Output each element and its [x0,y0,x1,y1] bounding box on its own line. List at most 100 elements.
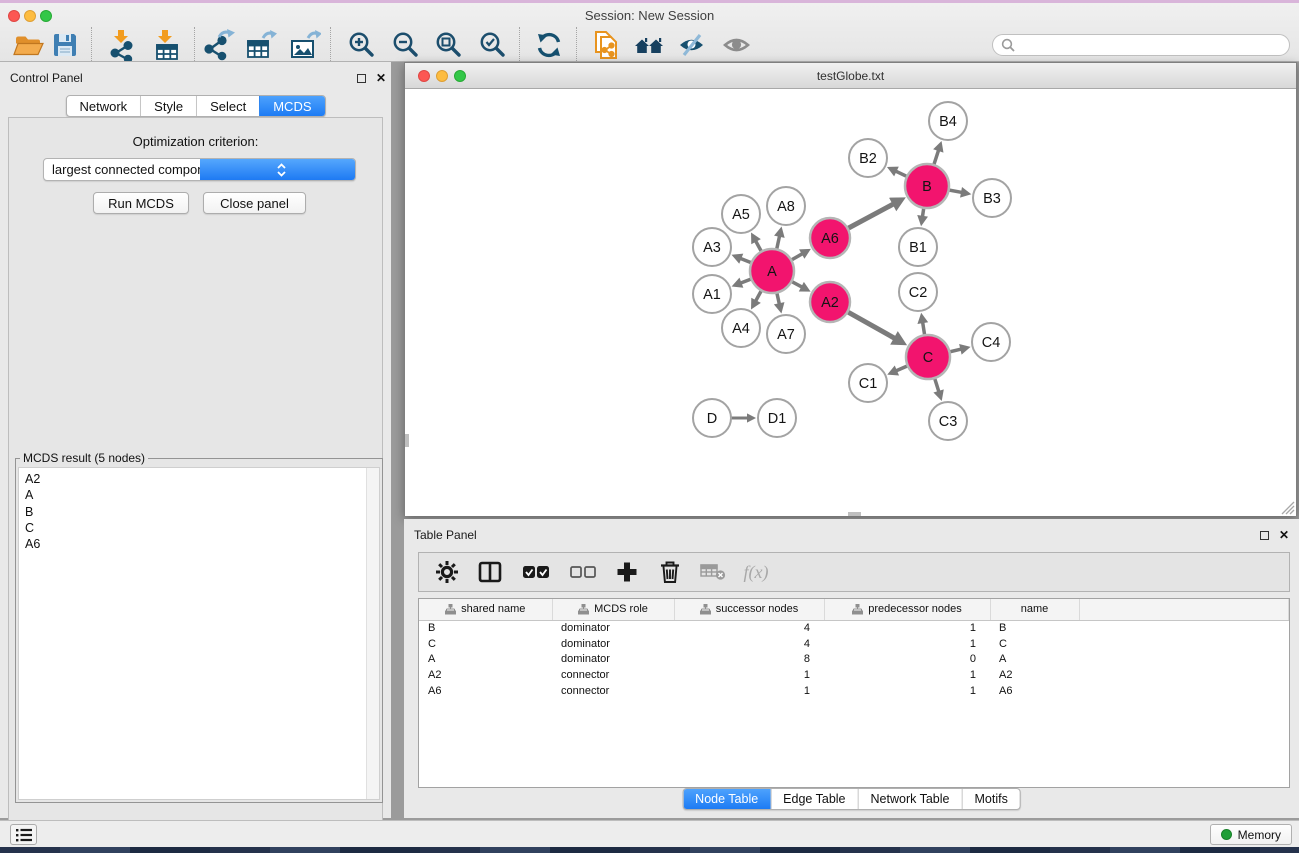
graph-node-A8[interactable]: A8 [767,187,805,225]
table-header-row[interactable]: shared nameMCDS rolesuccessor nodesprede… [419,599,1289,620]
refresh-button[interactable] [531,28,567,62]
table-row[interactable]: A6connector11A6 [419,683,1289,699]
mcds-result-item[interactable]: A [19,487,379,503]
close-panel-button[interactable]: Close panel [203,192,306,214]
table-float-icon[interactable] [1260,531,1269,540]
tab-mcds[interactable]: MCDS [259,96,324,116]
graph-node-D1[interactable]: D1 [758,399,796,437]
table-row[interactable]: A2connector11A2 [419,667,1289,683]
mcds-result-item[interactable]: A6 [19,536,379,552]
mcds-result-item[interactable]: A2 [19,471,379,487]
optimization-criterion-label: Optimization criterion: [9,134,382,149]
graph-node-A6[interactable]: A6 [810,218,850,258]
graph-node-A4[interactable]: A4 [722,309,760,347]
graph-node-B3[interactable]: B3 [973,179,1011,217]
graph-node-A1[interactable]: A1 [693,275,731,313]
node-label: B4 [939,114,957,130]
import-network-button[interactable] [105,28,141,62]
show-panels-button[interactable] [719,28,755,62]
app-window: Session: New Session [0,0,1299,853]
import-table-button[interactable] [149,28,185,62]
export-image-icon [289,29,321,61]
graph-node-C[interactable]: C [906,335,950,379]
graph-node-A[interactable]: A [750,249,794,293]
show-column-panel-button[interactable] [476,558,504,586]
graph-node-A5[interactable]: A5 [722,195,760,233]
home-layout-button[interactable] [631,28,667,62]
zoom-in-button[interactable] [344,28,380,62]
graph-node-B4[interactable]: B4 [929,102,967,140]
function-builder-button[interactable]: f(x) [742,558,770,586]
mcds-result-list: A2ABCA6 [18,467,380,800]
network-graph[interactable]: B4 B2 B B3 A8A5 A6 A3 B1 A C2 A1 A2 A4A7 C4 C C1 D D1 C3 [405,89,1296,516]
delete-table-button[interactable] [699,558,727,586]
export-network-button[interactable] [201,28,237,62]
graph-node-D[interactable]: D [693,399,731,437]
zoom-fit-button[interactable] [431,28,467,62]
graph-node-C2[interactable]: C2 [899,273,937,311]
graph-node-B2[interactable]: B2 [849,139,887,177]
network-canvas[interactable]: B4 B2 B B3 A8A5 A6 A3 B1 A C2 A1 A2 A4A7 C4 C C1 D D1 C3 [405,89,1296,516]
table-row[interactable]: Adominator80A [419,651,1289,667]
tab-edge-table[interactable]: Edge Table [770,789,857,809]
graph-node-A7[interactable]: A7 [767,315,805,353]
network-window-titlebar[interactable]: testGlobe.txt [405,63,1296,89]
graph-node-C1[interactable]: C1 [849,364,887,402]
tab-style[interactable]: Style [140,96,196,116]
criterion-select[interactable]: largest connected component (directed) [43,158,356,181]
zoom-selected-button[interactable] [475,28,511,62]
graph-node-C3[interactable]: C3 [929,402,967,440]
column-header-name[interactable]: name [990,599,1079,620]
search-input[interactable] [1020,38,1289,52]
resize-grip[interactable] [1286,506,1294,514]
export-image-button[interactable] [287,28,323,62]
float-panel-icon[interactable] [357,74,366,83]
table-close-icon[interactable]: ✕ [1279,528,1289,542]
network-document-button[interactable] [588,28,624,62]
export-network-icon [203,29,235,61]
column-header-successor-nodes[interactable]: successor nodes [674,599,824,620]
memory-status-icon [1221,829,1232,840]
table-row[interactable]: Cdominator41C [419,636,1289,652]
hide-panels-button[interactable] [674,28,710,62]
column-header-MCDS-role[interactable]: MCDS role [552,599,674,620]
column-header-shared-name[interactable]: shared name [419,599,552,620]
graph-node-B1[interactable]: B1 [899,228,937,266]
table-cell: 1 [674,667,824,683]
column-header-predecessor-nodes[interactable]: predecessor nodes [824,599,990,620]
search-box[interactable] [992,34,1290,56]
graph-node-A3[interactable]: A3 [693,228,731,266]
resize-grip[interactable] [1290,510,1294,514]
table-settings-button[interactable] [433,558,461,586]
vertical-scroll-mark[interactable] [405,434,409,447]
tab-network-table[interactable]: Network Table [858,789,962,809]
graph-node-C4[interactable]: C4 [972,323,1010,361]
mcds-result-title: MCDS result (5 nodes) [20,451,148,465]
mcds-scrollbar[interactable] [366,468,379,799]
tab-network[interactable]: Network [66,96,140,116]
save-session-button[interactable] [47,28,83,62]
graph-node-B[interactable]: B [905,164,949,208]
desktop-wallpaper-strip [0,847,1299,853]
tab-motifs[interactable]: Motifs [961,789,1019,809]
node-label: B3 [983,191,1001,207]
open-session-button[interactable] [11,28,47,62]
create-column-button[interactable] [613,558,641,586]
zoom-out-button[interactable] [388,28,424,62]
task-history-button[interactable] [10,824,37,845]
tab-node-table[interactable]: Node Table [683,789,770,809]
deselect-all-button[interactable] [568,558,598,586]
close-panel-icon[interactable]: ✕ [376,71,386,85]
run-mcds-button[interactable]: Run MCDS [93,192,189,214]
mcds-result-item[interactable]: B [19,504,379,520]
graph-node-A2[interactable]: A2 [810,282,850,322]
memory-button[interactable]: Memory [1210,824,1292,845]
attribute-type-icon [578,604,589,615]
export-table-button[interactable] [243,28,279,62]
mcds-result-item[interactable]: C [19,520,379,536]
tab-select[interactable]: Select [196,96,259,116]
horizontal-scroll-mark[interactable] [848,512,861,516]
table-row[interactable]: Bdominator41B [419,620,1289,636]
select-all-button[interactable] [519,558,553,586]
delete-column-button[interactable] [656,558,684,586]
